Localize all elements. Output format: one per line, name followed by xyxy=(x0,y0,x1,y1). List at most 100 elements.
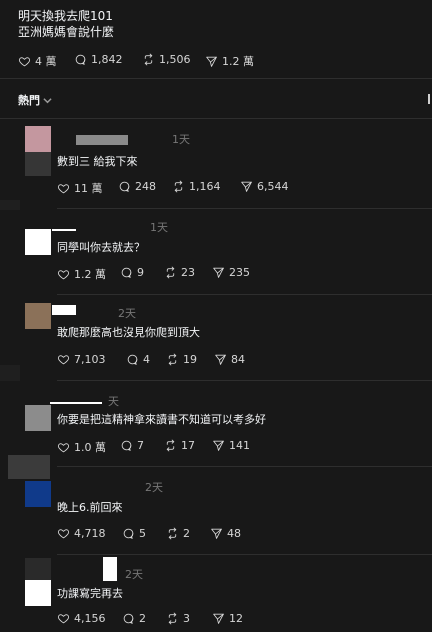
like-button[interactable]: 1.0 萬 xyxy=(57,439,106,455)
reply-button[interactable]: 5 xyxy=(122,527,146,540)
heart-icon xyxy=(57,529,70,539)
username-redacted[interactable] xyxy=(52,305,76,315)
post-text-line-2: 亞洲媽媽會說什麼 xyxy=(18,25,115,39)
comment-icon xyxy=(121,440,132,451)
reply-button[interactable]: 9 xyxy=(120,266,144,279)
comment-time: 2天 xyxy=(145,481,163,494)
repost-count: 23 xyxy=(181,266,195,279)
like-count: 1.2 萬 xyxy=(74,268,106,281)
share-count: 84 xyxy=(231,353,245,366)
heart-icon xyxy=(57,183,70,193)
avatar[interactable] xyxy=(25,405,51,431)
repost-button[interactable]: 17 xyxy=(164,439,195,452)
avatar[interactable] xyxy=(25,126,51,152)
repost-icon xyxy=(168,527,177,540)
like-button[interactable]: 4 萬 xyxy=(18,53,57,69)
like-button[interactable]: 4,718 xyxy=(57,527,106,540)
repost-button[interactable]: 19 xyxy=(166,353,197,366)
reply-count: 7 xyxy=(137,439,144,452)
comment-text: 功課寫完再去 xyxy=(57,587,123,600)
repost-button[interactable]: 2 xyxy=(166,527,190,540)
avatar[interactable] xyxy=(25,229,51,255)
like-button[interactable]: 4,156 xyxy=(57,612,106,625)
share-button[interactable]: 12 xyxy=(212,612,243,625)
share-button[interactable]: 84 xyxy=(214,353,245,366)
reply-button[interactable]: 7 xyxy=(120,439,144,452)
reply-button[interactable]: 2 xyxy=(122,612,146,625)
repost-icon xyxy=(168,612,177,625)
share-count: 6,544 xyxy=(257,180,289,193)
reply-count: 2 xyxy=(139,612,146,625)
username-redacted[interactable] xyxy=(52,229,76,231)
send-icon xyxy=(213,613,224,624)
repost-icon xyxy=(144,53,153,66)
reply-button[interactable]: 248 xyxy=(118,180,156,193)
comment-time: 2天 xyxy=(118,307,136,320)
comment-time: 1天 xyxy=(172,133,190,146)
share-button[interactable]: 6,544 xyxy=(240,180,289,193)
sort-dropdown[interactable]: 熱門 xyxy=(18,92,52,108)
repost-button[interactable]: 1,506 xyxy=(142,53,191,66)
reply-button[interactable]: 4 xyxy=(126,353,150,366)
comment-icon xyxy=(123,613,134,624)
username-redacted[interactable] xyxy=(50,402,102,404)
sort-label: 熱門 xyxy=(18,94,40,107)
share-count: 12 xyxy=(229,612,243,625)
heart-icon xyxy=(18,56,31,66)
username-redacted[interactable] xyxy=(76,135,128,145)
avatar[interactable] xyxy=(25,580,51,606)
comment-stats: 4,718 5 2 48 xyxy=(0,527,432,543)
comment-text: 晚上6.前回來 xyxy=(57,501,123,514)
avatar-overlay xyxy=(25,558,51,580)
comment-icon xyxy=(121,267,132,278)
username-redacted[interactable] xyxy=(103,557,117,581)
reply-count: 248 xyxy=(135,180,156,193)
comment-stats: 1.0 萬 7 17 141 xyxy=(0,439,432,455)
share-count: 48 xyxy=(227,527,241,540)
share-button[interactable]: 48 xyxy=(210,527,241,540)
repost-count: 1,164 xyxy=(189,180,221,193)
share-button[interactable]: 235 xyxy=(212,266,250,279)
share-button[interactable]: 1.2 萬 xyxy=(205,53,254,69)
repost-button[interactable]: 3 xyxy=(166,612,190,625)
heart-icon xyxy=(57,355,70,365)
send-icon xyxy=(211,528,222,539)
like-count: 4,156 xyxy=(74,612,106,625)
post-text-line-1: 明天換我去爬101 xyxy=(18,9,113,23)
avatar[interactable] xyxy=(25,303,51,329)
like-button[interactable]: 1.2 萬 xyxy=(57,266,106,282)
comment-divider xyxy=(57,466,432,467)
share-button[interactable]: 141 xyxy=(212,439,250,452)
share-count: 1.2 萬 xyxy=(222,55,254,68)
repost-button[interactable]: 1,164 xyxy=(172,180,221,193)
like-button[interactable]: 11 萬 xyxy=(57,180,103,196)
repost-count: 17 xyxy=(181,439,195,452)
comment-text: 你要是把這精神拿來讀書不知道可以考多好 xyxy=(57,413,266,426)
heart-icon xyxy=(57,614,70,624)
avatar[interactable] xyxy=(25,481,51,507)
comment-stats: 11 萬 248 1,164 6,544 xyxy=(0,180,432,196)
like-button[interactable]: 7,103 xyxy=(57,353,106,366)
comment-icon xyxy=(75,54,86,65)
repost-icon xyxy=(174,180,183,193)
left-rail xyxy=(0,200,20,210)
reply-count: 5 xyxy=(139,527,146,540)
comment-icon xyxy=(127,354,138,365)
comment-time: 天 xyxy=(108,395,119,408)
repost-icon xyxy=(166,439,175,452)
comment-divider xyxy=(57,208,432,209)
send-icon xyxy=(213,267,224,278)
sort-divider xyxy=(0,118,432,119)
like-count: 4,718 xyxy=(74,527,106,540)
comment-icon xyxy=(119,181,130,192)
comment-icon xyxy=(123,528,134,539)
reply-button[interactable]: 1,842 xyxy=(74,53,123,66)
reply-count: 4 xyxy=(143,353,150,366)
comment-divider xyxy=(57,380,432,381)
send-icon xyxy=(215,354,226,365)
chevron-down-icon xyxy=(43,97,52,103)
post-stats: 4 萬 1,842 1,506 1.2 萬 xyxy=(0,53,432,69)
heart-icon xyxy=(57,442,70,452)
comment-text: 同學叫你去就去？ xyxy=(57,241,145,254)
repost-button[interactable]: 23 xyxy=(164,266,195,279)
